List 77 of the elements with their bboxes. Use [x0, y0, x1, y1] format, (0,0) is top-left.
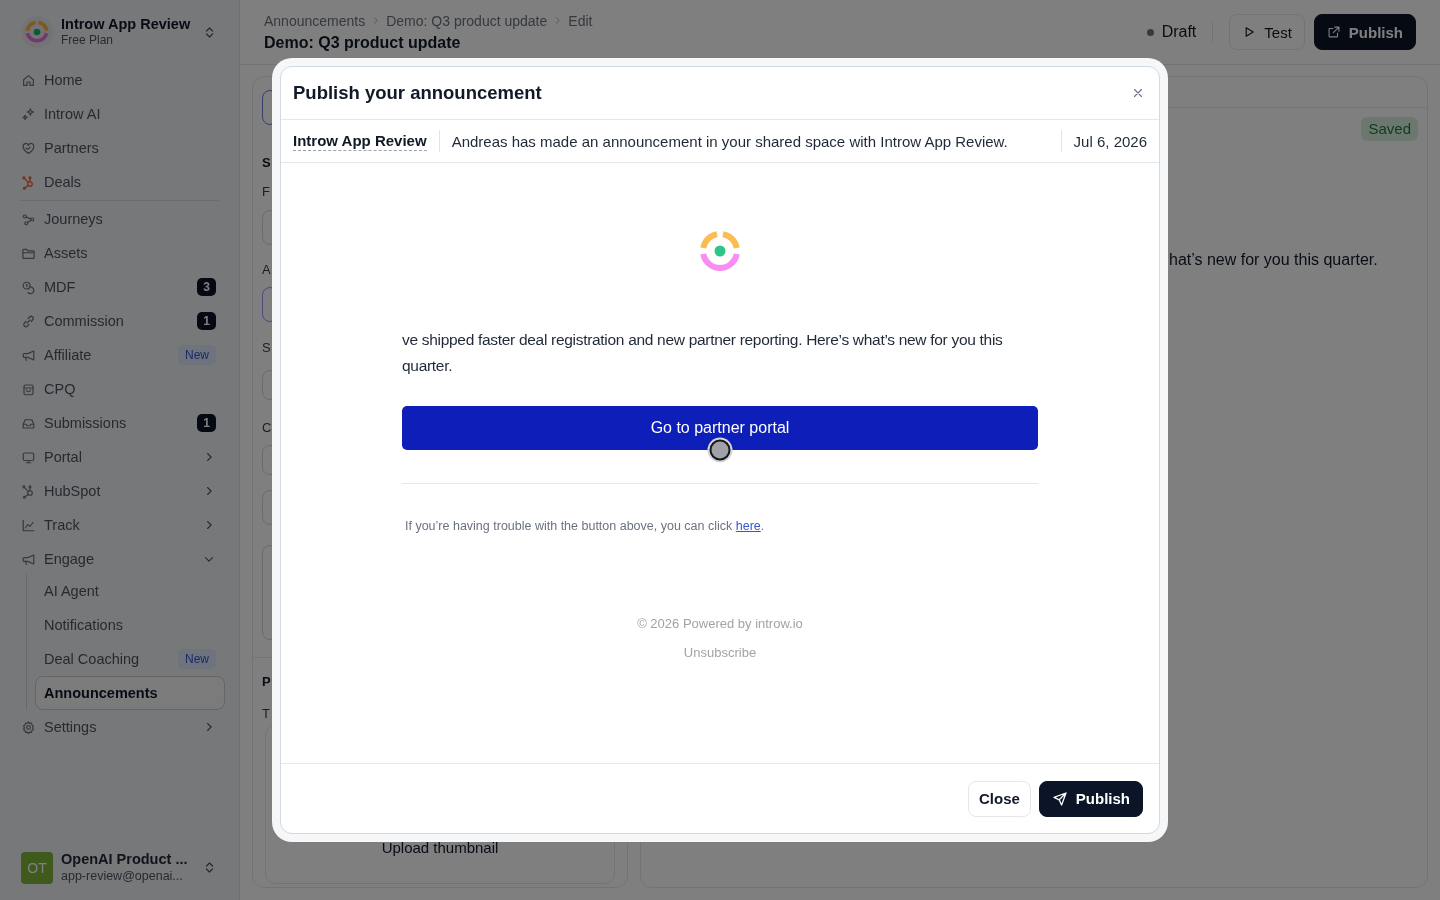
announcement-date: Jul 6, 2026 [1073, 132, 1147, 150]
cursor-icon [707, 437, 733, 463]
sender-name: Introw App Review [293, 131, 427, 151]
announcement-message: Andreas has made an announcement in your shared space with Introw App Review. [451, 132, 1009, 150]
megaphone-icon [21, 551, 36, 567]
sidebar-item[interactable]: MDF 3 [12, 270, 225, 304]
heart-icon [21, 140, 36, 156]
sidebar-item[interactable]: Partners [12, 131, 225, 165]
breadcrumb-link[interactable]: Edit [568, 11, 593, 30]
count-badge: 1 [197, 312, 216, 330]
sidebar-item[interactable]: Introw AI [12, 97, 225, 131]
unsubscribe-link[interactable]: Unsubscribe [683, 644, 757, 662]
help-link[interactable]: here [735, 519, 761, 533]
publish-button[interactable]: Publish [1038, 780, 1143, 817]
sidebar-item[interactable]: Deals [12, 165, 225, 199]
user-avatar: OT [21, 851, 53, 884]
sidebar-item[interactable]: Home [12, 63, 225, 97]
workspace-plan: Free Plan [61, 33, 115, 48]
sparkle-icon [21, 106, 36, 122]
breadcrumb-link[interactable]: Demo: Q3 product update [386, 11, 548, 30]
close-button[interactable]: Close [967, 780, 1031, 817]
section-heading: S [262, 154, 271, 172]
publish-button[interactable]: Publish [1313, 14, 1416, 50]
sprocket-icon [21, 174, 36, 190]
sidebar-item[interactable]: Affiliate New [12, 338, 225, 372]
sidebar-item[interactable]: Track [12, 508, 225, 542]
status-label: Draft [1161, 23, 1197, 41]
help-text: If you’re having trouble with the button above, you can click here. [405, 518, 766, 535]
saved-badge: Saved [1361, 117, 1418, 141]
megaphone-icon [21, 347, 36, 363]
sidebar-item[interactable]: Portal [12, 440, 225, 474]
external-link-icon [1326, 25, 1341, 39]
sidebar-item[interactable]: Engage [12, 542, 225, 576]
email-body-text: ve shipped faster deal registration and new partner reporting. Here’s what’s new for you this quarter. [402, 330, 1004, 376]
sidebar-item[interactable]: CPQ [12, 372, 225, 406]
sidebar-subitem[interactable]: Deal Coaching New [35, 642, 225, 676]
coins-icon [21, 279, 36, 295]
sidebar-subitem[interactable]: Notifications [35, 608, 225, 642]
sidebar-item[interactable]: Journeys [12, 202, 225, 236]
count-badge: 1 [197, 414, 216, 432]
breadcrumb-link[interactable]: Announcements [264, 11, 366, 30]
field-label: F [262, 183, 270, 201]
copyright-text: © 2026 Powered by introw.io [636, 615, 804, 633]
page-title: Demo: Q3 product update [264, 32, 462, 53]
link-icon [21, 313, 36, 329]
sidebar-subitem[interactable]: AI Agent [35, 574, 225, 608]
close-icon [1131, 86, 1145, 100]
preview-text: hat’s new for you this quarter. [1169, 250, 1378, 270]
send-icon [1051, 790, 1068, 807]
field-label: C [262, 419, 272, 437]
sprocket-icon [21, 483, 36, 499]
section-heading: P [262, 673, 271, 691]
sidebar-item[interactable]: Commission 1 [12, 304, 225, 338]
workspace-name: Introw App Review [61, 16, 192, 33]
chart-icon [21, 517, 36, 533]
account-email: app-review@openai... [61, 868, 184, 884]
field-label: T [262, 705, 270, 723]
gear-icon [21, 719, 36, 735]
field-label: S [262, 339, 271, 357]
sidebar-item[interactable]: HubSpot [12, 474, 225, 508]
partner-portal-button[interactable]: Go to partner portal [402, 406, 1038, 450]
nodes-icon [21, 211, 36, 227]
status-dot-icon [1146, 28, 1154, 36]
field-label: A [262, 261, 271, 279]
count-badge: 3 [197, 278, 216, 296]
new-badge: New [178, 649, 216, 669]
new-badge: New [178, 345, 216, 365]
account-name: OpenAI Product ... [61, 851, 189, 868]
home-icon [21, 72, 36, 88]
test-button[interactable]: Test [1229, 14, 1305, 50]
monitor-icon [21, 449, 36, 465]
sidebar-item[interactable]: Settings [12, 710, 225, 744]
dialog-title: Publish your announcement [293, 82, 542, 104]
bag-icon [21, 381, 36, 397]
sidebar-item[interactable]: Submissions 1 [12, 406, 225, 440]
sidebar-item[interactable]: Assets [12, 236, 225, 270]
sidebar-subitem[interactable]: Announcements [35, 676, 225, 710]
